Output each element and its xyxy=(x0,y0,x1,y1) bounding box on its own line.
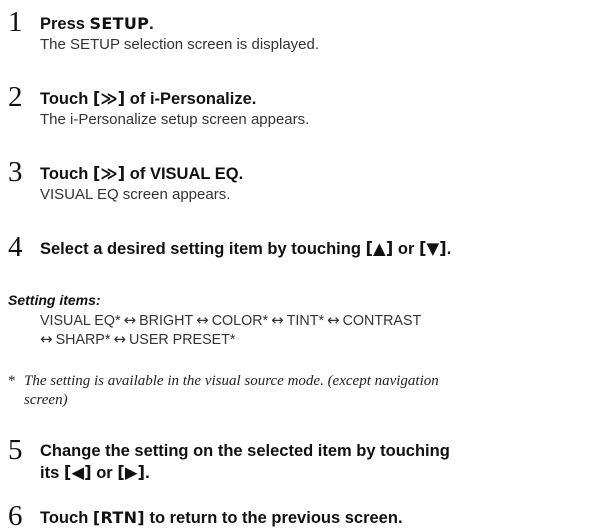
setup-key-label: SETUP xyxy=(89,14,150,33)
down-button-label: [▼] xyxy=(418,239,447,258)
footnote: * The setting is available in the visual… xyxy=(8,372,583,410)
step-title-line-2: its [◀] or [▶]. xyxy=(40,463,150,482)
bidirectional-arrow-icon: ↔ xyxy=(40,330,53,348)
footnote-text-line-2: screen) xyxy=(24,392,68,408)
step-number: 2 xyxy=(8,81,23,113)
step-number: 4 xyxy=(8,231,23,263)
bidirectional-arrow-icon: ↔ xyxy=(123,311,137,329)
step-number: 3 xyxy=(8,156,23,188)
step-description: VISUAL EQ screen appears. xyxy=(40,186,231,203)
setting-items-heading: Setting items: xyxy=(8,292,101,308)
step-title-line-1: Change the setting on the selected item … xyxy=(40,442,450,460)
step-description: The i-Personalize setup screen appears. xyxy=(40,111,310,128)
rtn-button-label: [RTN] xyxy=(92,508,145,527)
step-title: Touch [≫] of VISUAL EQ. xyxy=(40,164,244,183)
step-title: Press SETUP. xyxy=(40,14,154,33)
step-title: Touch [RTN] to return to the previous sc… xyxy=(40,508,403,527)
step-title: Select a desired setting item by touchin… xyxy=(40,239,452,258)
setting-items-line-1: VISUAL EQ* ↔ BRIGHT ↔ COLOR* ↔ TINT* ↔ CONTRAST xyxy=(40,311,422,329)
step-number: 6 xyxy=(8,500,23,532)
forward-button-label: [≫] xyxy=(92,89,126,108)
setting-items-line-2: ↔ SHARP* ↔ USER PRESET* xyxy=(40,330,236,348)
step-number: 1 xyxy=(8,6,23,38)
step-description: The SETUP selection screen is displayed. xyxy=(40,36,320,53)
left-button-label: [◀] xyxy=(63,463,92,482)
bidirectional-arrow-icon: ↔ xyxy=(196,311,209,329)
step-title: Touch [≫] of i-Personalize. xyxy=(40,89,257,108)
bidirectional-arrow-icon: ↔ xyxy=(327,311,340,329)
step-number: 5 xyxy=(8,434,23,466)
forward-button-label: [≫] xyxy=(92,164,126,183)
right-button-label: [▶] xyxy=(117,463,146,482)
bidirectional-arrow-icon: ↔ xyxy=(271,311,284,329)
up-button-label: [▲] xyxy=(365,239,394,258)
footnote-asterisk: * xyxy=(8,373,16,389)
bidirectional-arrow-icon: ↔ xyxy=(113,330,126,348)
footnote-text-line-1: The setting is available in the visual s… xyxy=(24,373,439,389)
